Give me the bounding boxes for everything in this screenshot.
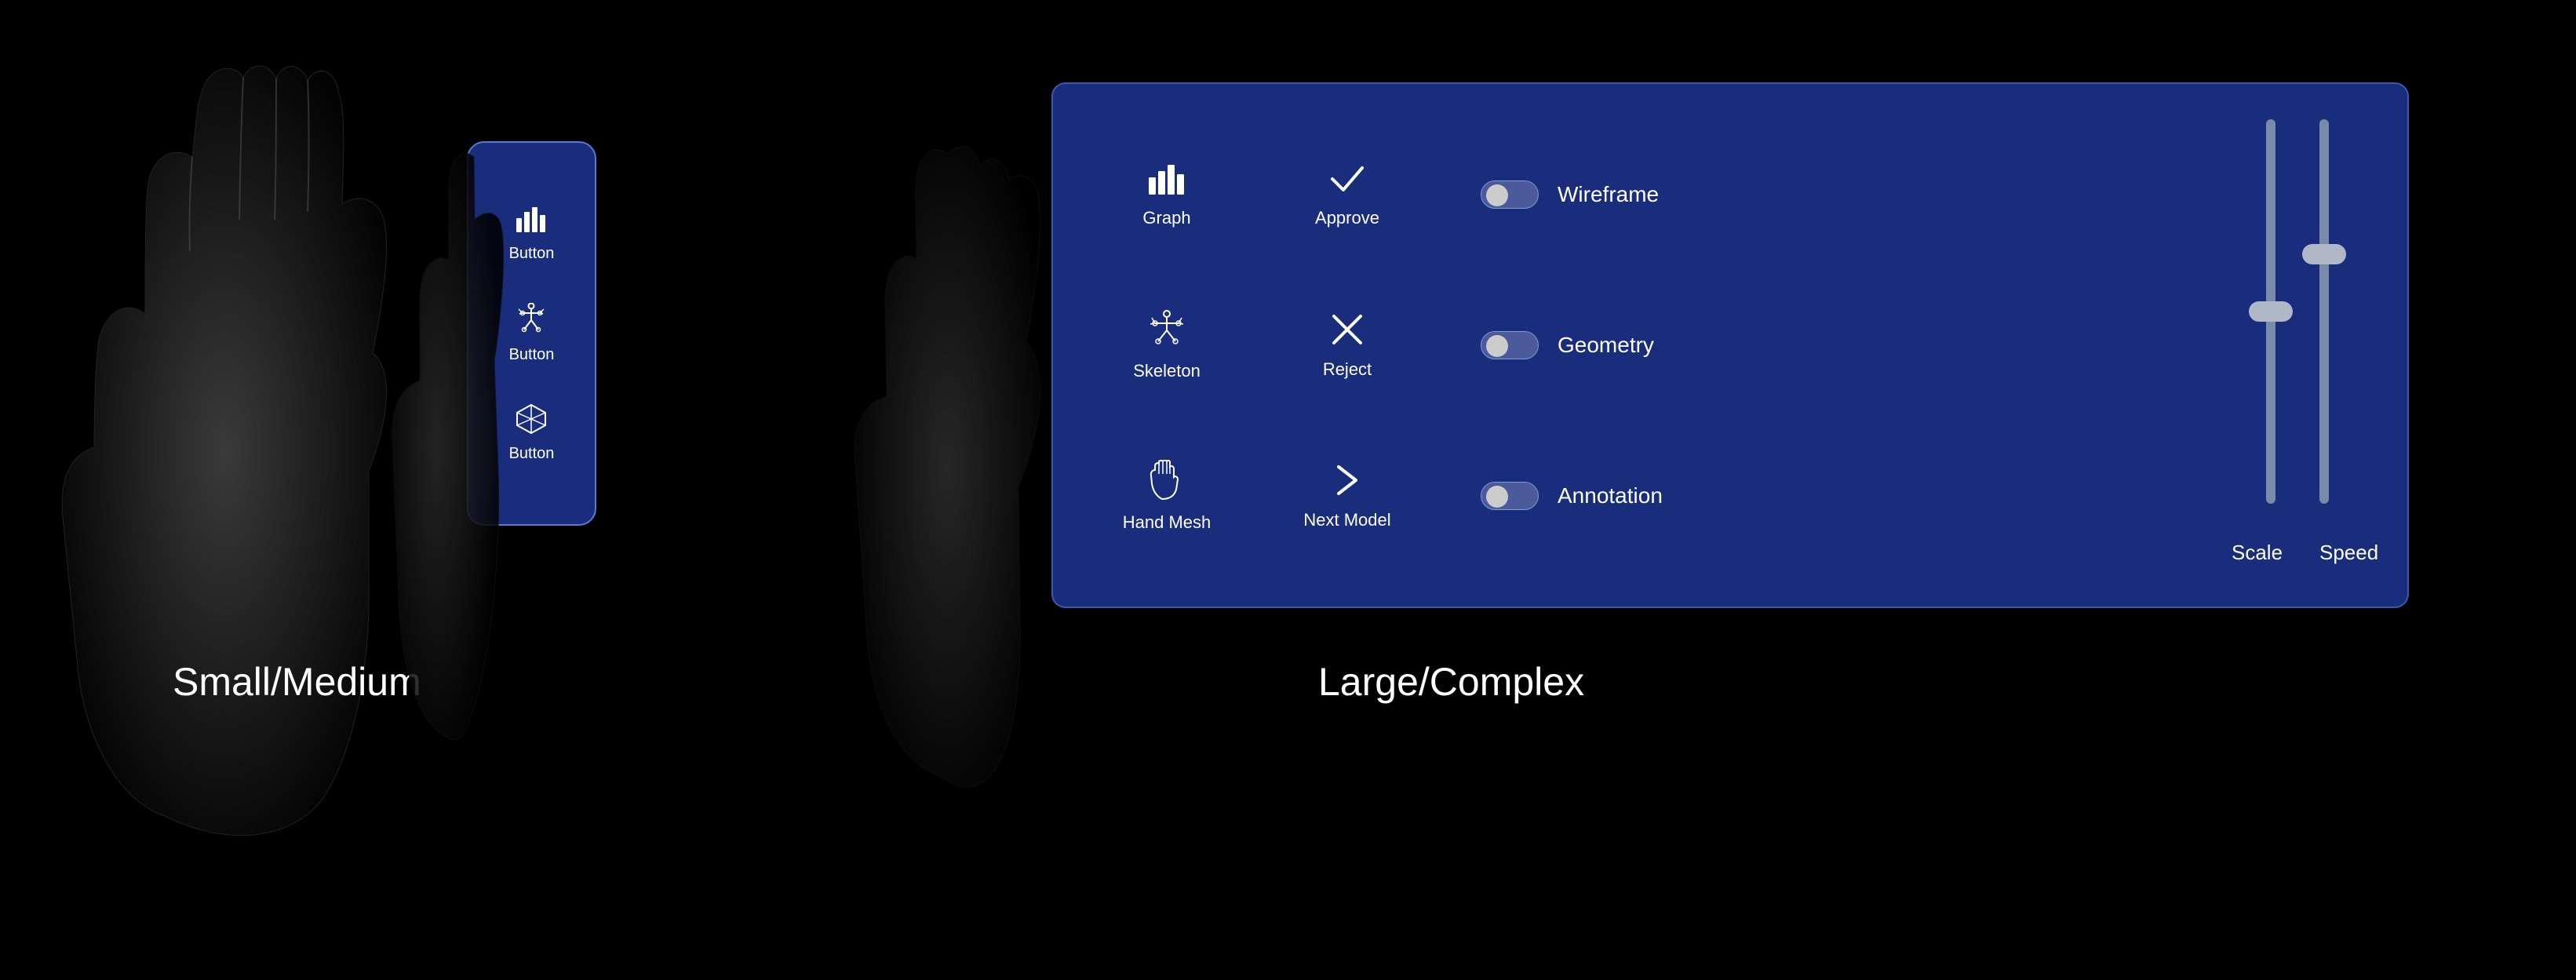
toggle-geometry-row: Geometry — [1481, 331, 2192, 359]
toggles-section: Wireframe Geometry Annotation — [1418, 119, 2192, 571]
sliders-section: Scale Speed — [2192, 119, 2364, 571]
toggle-wireframe-label: Wireframe — [1558, 182, 1659, 207]
item-graph[interactable]: Graph — [1096, 119, 1237, 270]
slider-labels: Scale Speed — [2232, 528, 2363, 571]
slider-scale[interactable] — [2266, 119, 2275, 528]
item-approve[interactable]: Approve — [1277, 119, 1418, 270]
large-skeleton-icon — [1149, 310, 1185, 353]
item-skeleton[interactable]: Skeleton — [1096, 270, 1237, 421]
toggle-wireframe[interactable] — [1481, 180, 1539, 209]
slider-scale-label: Scale — [2232, 541, 2275, 565]
item-reject[interactable]: Reject — [1277, 270, 1418, 421]
hand-mesh-icon — [1148, 460, 1186, 505]
cross-icon — [1329, 311, 1365, 352]
hand-left-small — [24, 47, 432, 871]
toggle-annotation-label: Annotation — [1558, 483, 1663, 508]
slider-scale-track — [2266, 119, 2275, 504]
toggle-annotation-knob — [1486, 486, 1508, 508]
toggle-wireframe-knob — [1486, 184, 1508, 206]
sliders-tracks — [2266, 119, 2329, 528]
item-hand-mesh-label: Hand Mesh — [1123, 512, 1211, 533]
toggle-geometry-knob — [1486, 335, 1508, 357]
toggle-geometry-label: Geometry — [1558, 333, 1654, 358]
item-next-model-label: Next Model — [1303, 510, 1390, 530]
items-grid: Graph Approve — [1096, 119, 1418, 571]
item-next-model[interactable]: Next Model — [1277, 421, 1418, 571]
hand-left-large — [463, 55, 879, 887]
slider-speed[interactable] — [2319, 119, 2329, 528]
item-reject-label: Reject — [1323, 359, 1372, 380]
hand-right-large — [832, 71, 1051, 792]
slider-scale-thumb[interactable] — [2249, 301, 2293, 322]
item-graph-label: Graph — [1142, 208, 1190, 228]
large-complex-label: Large/Complex — [1318, 659, 1584, 705]
toggle-geometry[interactable] — [1481, 331, 1539, 359]
toggle-wireframe-row: Wireframe — [1481, 180, 2192, 209]
slider-speed-track — [2319, 119, 2329, 504]
toggle-annotation[interactable] — [1481, 482, 1539, 510]
item-hand-mesh[interactable]: Hand Mesh — [1096, 421, 1237, 571]
slider-speed-thumb[interactable] — [2302, 244, 2346, 264]
large-graph-icon — [1147, 162, 1186, 200]
panel-large: Graph Approve — [1051, 82, 2409, 608]
checkmark-icon — [1328, 162, 1367, 200]
toggle-annotation-row: Annotation — [1481, 482, 2192, 510]
slider-speed-label: Speed — [2319, 541, 2363, 565]
chevron-right-icon — [1329, 462, 1365, 502]
item-skeleton-label: Skeleton — [1133, 361, 1201, 381]
item-approve-label: Approve — [1315, 208, 1379, 228]
